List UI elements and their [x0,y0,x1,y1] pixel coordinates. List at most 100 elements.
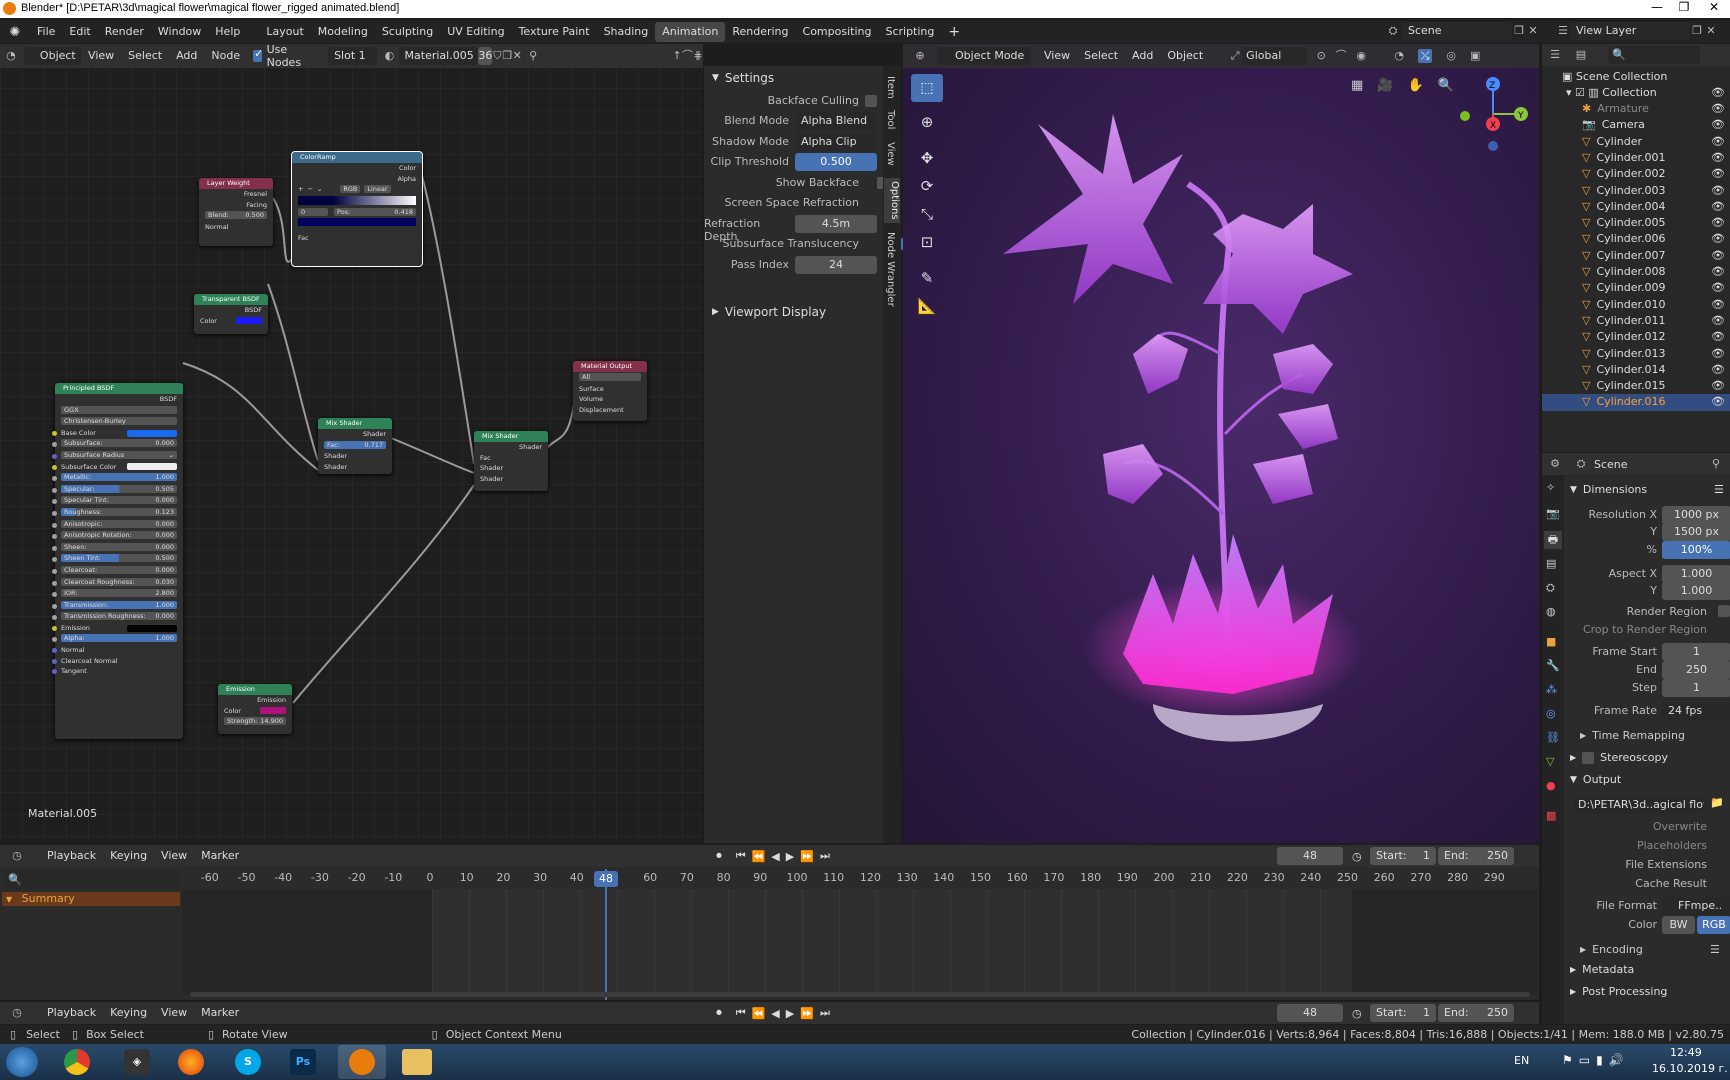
presets-icon[interactable]: ☰ [1710,943,1720,956]
outliner-item[interactable]: ▽ Cylinder.007 👁 [1542,248,1730,264]
transform-tool-icon[interactable]: ⊡ [911,228,943,256]
keyframe-area[interactable] [182,889,1537,995]
subsurface-radius-field[interactable]: Subsurface Radius ⌄ [61,450,177,459]
input-field[interactable]: Roughness: 0.123 [61,507,177,516]
play-reverse-icon[interactable]: ◀ [771,850,779,863]
delete-view-layer-icon[interactable]: ✕ [1704,24,1718,38]
menu-playback[interactable]: Playback [40,1003,103,1023]
color-swatch[interactable] [127,624,177,632]
visibility-eye-icon[interactable]: 👁 [1711,394,1725,410]
tab-options[interactable]: Options [884,178,900,223]
principled-input-row[interactable]: Tangent [52,666,183,677]
frame-step-field[interactable]: 1 [1662,679,1730,697]
photoshop-taskbar-icon[interactable]: Ps [290,1049,316,1075]
outliner-item[interactable]: ▽ Cylinder.012 👁 [1542,329,1730,345]
firefox-taskbar-icon[interactable] [178,1049,204,1075]
input-socket[interactable] [52,522,57,528]
stereoscopy-header[interactable]: ▶ Stereoscopy [1570,751,1668,764]
input-socket[interactable] [52,442,57,448]
frame-start-field[interactable]: 1 [1662,643,1730,661]
menu-playback[interactable]: Playback [40,846,103,866]
clock-icon[interactable]: ◷ [1352,1007,1362,1020]
navigation-gizmo[interactable]: Z Y X [1453,74,1533,154]
clock-date[interactable]: 16.10.2019 г. [1652,1062,1728,1075]
input-field[interactable]: Clearcoat Roughness: 0.030 [61,577,177,586]
encoding-header[interactable]: ▶ Encoding ☰ [1580,943,1720,956]
tab-sculpting[interactable]: Sculpting [375,22,440,42]
frame-rate-select[interactable]: 24 fps [1662,702,1730,720]
ramp-menu-icon[interactable]: ⌄ [317,184,322,195]
outliner-item[interactable]: 📷 Camera 👁 [1542,117,1730,133]
input-field[interactable]: Sheen Tint: 0.500 [61,554,177,563]
particles-tab-icon[interactable]: ⁂ [1546,683,1557,696]
principled-input-row[interactable]: Clearcoat Normal [52,656,183,667]
setting-select[interactable]: Alpha Blend [795,112,877,130]
visibility-icon[interactable]: ◔ [1392,49,1406,63]
principled-input-row[interactable]: Emission [52,623,183,634]
menu-marker[interactable]: Marker [194,1003,246,1023]
input-field[interactable]: Metallic: 1.000 [61,473,177,482]
menu-edit[interactable]: Edit [62,22,97,42]
blender-taskbar-icon[interactable] [338,1045,386,1079]
setting-select[interactable]: Alpha Clip [795,133,877,151]
input-socket[interactable] [52,510,57,516]
scene-collection-row[interactable]: ▣ Scene Collection [1542,69,1730,85]
physics-tab-icon[interactable]: ◎ [1546,707,1556,720]
input-field[interactable]: Anisotropic Rotation: 0.000 [61,531,177,540]
input-field[interactable]: Subsurface: 0.000 [61,439,177,448]
node-mix-shader-2[interactable]: Mix Shader Shader Fac Shader Shader [474,431,548,491]
visibility-eye-icon[interactable]: 👁 [1711,183,1725,199]
visibility-eye-icon[interactable]: 👁 [1711,264,1725,280]
editor-type-icon[interactable]: ◷ [10,1006,24,1020]
outliner-item[interactable]: ▽ Cylinder.015 👁 [1542,378,1730,394]
pivot-icon[interactable]: ⊙ [1314,49,1328,63]
input-socket[interactable] [52,476,57,482]
current-frame-field[interactable]: 48 [1277,1004,1343,1022]
render-region-checkbox[interactable] [1718,605,1730,617]
blender-menu-icon[interactable]: ✺ [0,25,30,40]
outliner-item[interactable]: ▽ Cylinder.003 👁 [1542,183,1730,199]
visibility-eye-icon[interactable]: 👁 [1711,134,1725,150]
setting-field[interactable]: 0.500 [795,153,877,171]
outliner-item[interactable]: ▽ Cylinder.004 👁 [1542,199,1730,215]
measure-tool-icon[interactable]: 📐 [911,292,943,320]
input-socket[interactable] [52,430,57,436]
visibility-eye-icon[interactable]: 👁 [1711,117,1725,133]
strength-field[interactable]: Strength: 14.900 [224,717,286,726]
setting-field[interactable]: 4.5m [795,215,877,233]
render-tab-icon[interactable]: 📷 [1546,507,1560,520]
stop-index-field[interactable]: 0 [298,207,328,216]
principled-input-row[interactable]: Clearcoat: 0.000 [52,565,183,577]
input-socket[interactable] [52,648,57,654]
node-principled-bsdf[interactable]: Principled BSDF BSDF GGX Christensen-Bur… [52,383,183,739]
outliner-item[interactable]: ▽ Cylinder.009 👁 [1542,280,1730,296]
menu-help[interactable]: Help [208,22,247,42]
jump-key-forward-icon[interactable]: ⏩ [800,850,814,863]
current-frame-field[interactable]: 48 [1277,847,1343,865]
skype-taskbar-icon[interactable]: S [235,1049,261,1075]
constraints-tab-icon[interactable]: ⛓ [1546,731,1560,744]
data-tab-icon[interactable]: ▽ [1546,755,1554,768]
tab-node-wrangler[interactable]: Node Wrangler [885,232,896,307]
jump-end-icon[interactable]: ⏭ [820,1006,830,1020]
outliner-item[interactable]: ▽ Cylinder.013 👁 [1542,346,1730,362]
new-scene-icon[interactable]: ❐ [1512,24,1526,38]
input-field[interactable]: Alpha: 1.000 [61,634,177,643]
summary-row[interactable]: ▼ Summary [2,892,180,906]
menu-render[interactable]: Render [98,22,151,42]
visibility-eye-icon[interactable]: 👁 [1711,101,1725,117]
tab-uv-editing[interactable]: UV Editing [440,22,511,42]
zoom-icon[interactable]: 🔍 [1438,78,1454,93]
clock-time[interactable]: 12:49 [1670,1046,1702,1059]
remove-stop-icon[interactable]: − [307,184,312,195]
visibility-eye-icon[interactable]: 👁 [1711,215,1725,231]
principled-input-row[interactable]: Anisotropic Rotation: 0.000 [52,531,183,542]
principled-input-row[interactable]: Sheen Tint: 0.500 [52,554,183,565]
visibility-eye-icon[interactable]: 👁 [1711,297,1725,313]
world-tab-icon[interactable]: ◍ [1546,605,1556,618]
node-mix-shader-1[interactable]: Mix Shader Shader Fac: 0.717 Shader Shade… [318,418,392,474]
viewport-display-header[interactable]: ▶ Viewport Display [712,304,826,320]
3d-viewport[interactable]: ⊕ Object Mode View Select Add Object ⤢ G… [903,44,1539,843]
principled-input-row[interactable]: Base Color [52,428,183,439]
maximize-button[interactable]: ❐ [1671,0,1697,18]
